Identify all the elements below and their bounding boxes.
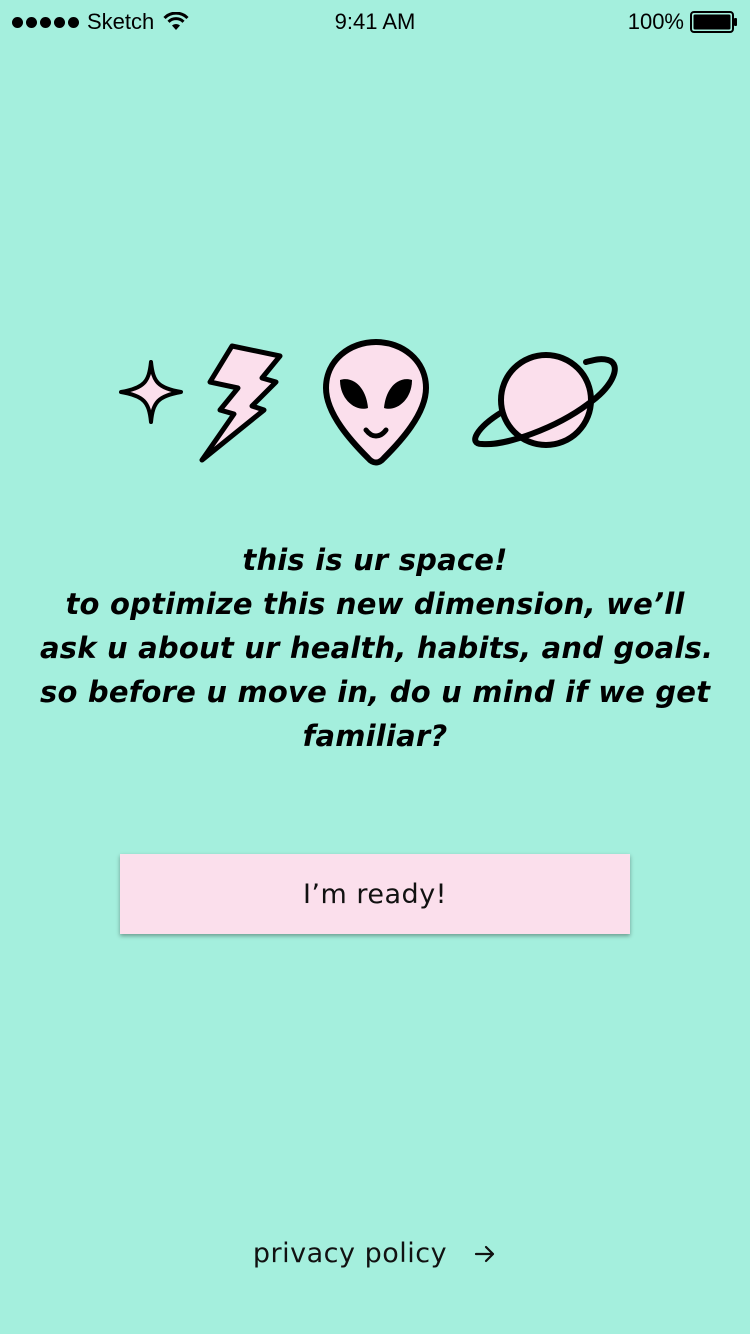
alien-icon bbox=[323, 339, 429, 466]
message-line: so before u move in, do u mind if we get bbox=[40, 675, 711, 709]
planet-icon bbox=[472, 352, 618, 448]
status-bar-right: 100% bbox=[628, 8, 738, 36]
arrow-right-icon bbox=[474, 1245, 495, 1262]
message-line: familiar? bbox=[302, 719, 448, 753]
privacy-policy-label: privacy policy bbox=[252, 1238, 448, 1269]
ready-button[interactable]: I’m ready! bbox=[120, 854, 630, 934]
privacy-policy-row: privacy policy bbox=[0, 1238, 750, 1269]
icons-row bbox=[0, 338, 750, 468]
message-line: to optimize this new dimension, we’ll bbox=[65, 587, 685, 621]
sparkle-icon bbox=[119, 360, 183, 424]
status-bar: Sketch 9:41 AM 100% bbox=[0, 0, 750, 40]
privacy-policy-link[interactable]: privacy policy bbox=[253, 1238, 497, 1269]
intro-message: this is ur space! to optimize this new d… bbox=[40, 538, 714, 758]
battery-percentage: 100% bbox=[627, 9, 684, 34]
message-line: this is ur space! bbox=[242, 543, 508, 577]
battery-icon bbox=[690, 11, 737, 33]
lightning-bolt-icon bbox=[199, 343, 283, 463]
message-line: ask u about ur health, habits, and goals… bbox=[40, 631, 714, 665]
